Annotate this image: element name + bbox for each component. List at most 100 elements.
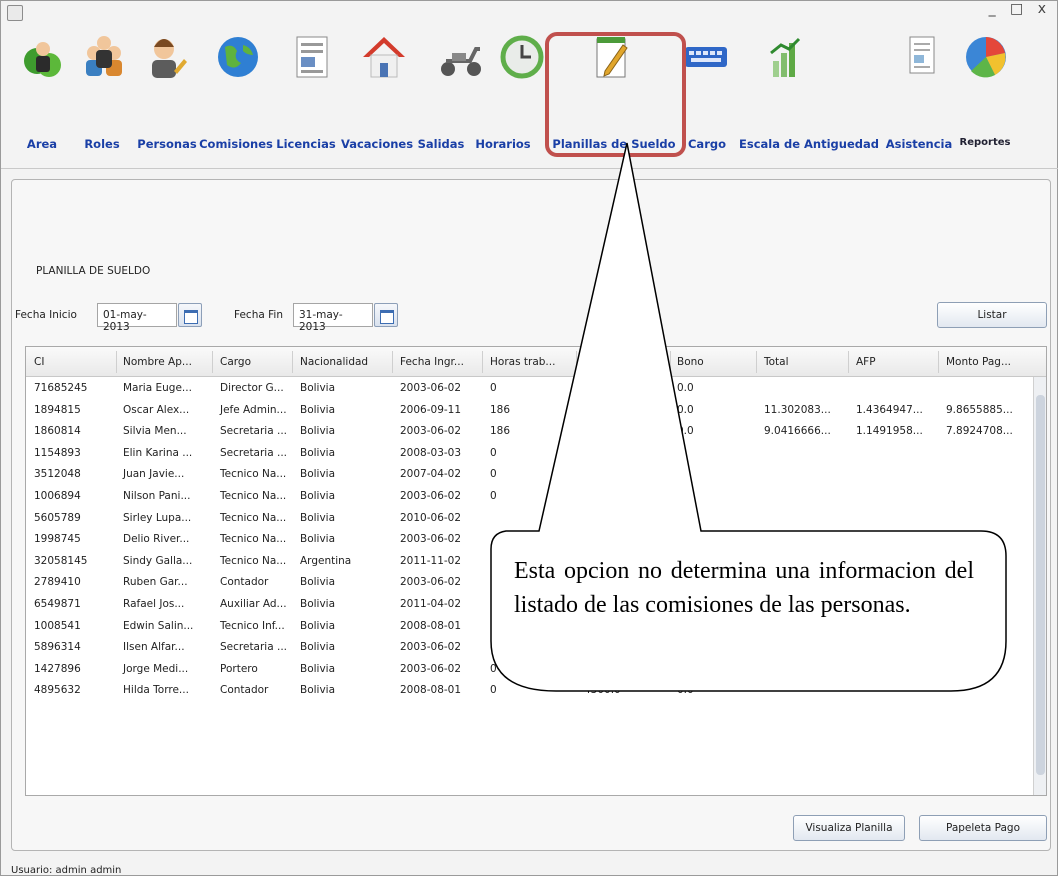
toolbar-item-area[interactable] bbox=[17, 27, 71, 83]
table-cell: 1154893 bbox=[34, 446, 81, 459]
column-header[interactable]: Fecha Ingr... bbox=[400, 356, 464, 368]
table-cell: Oscar Alex... bbox=[123, 403, 190, 416]
papeleta-pago-button[interactable]: Papeleta Pago bbox=[919, 815, 1047, 841]
toolbar-item-licencias[interactable] bbox=[285, 27, 339, 83]
table-row[interactable]: 5896314 Ilsen Alfar... Secretaria ... Boliv… bbox=[26, 637, 1034, 659]
column-header[interactable]: Monto Pag... bbox=[946, 356, 1011, 368]
table-row[interactable]: 71685245 Maria Euge... Director G... Bolivi… bbox=[26, 378, 1034, 400]
visualiza-planilla-button[interactable]: Visualiza Planilla bbox=[793, 815, 905, 841]
toolbar-item-asistencia[interactable] bbox=[895, 27, 949, 83]
column-header[interactable]: AFP bbox=[856, 356, 876, 368]
table-cell: 7.8924708... bbox=[946, 425, 1013, 438]
house-icon bbox=[363, 37, 405, 78]
column-header[interactable]: Bono bbox=[677, 356, 704, 368]
table-cell: Bolivia bbox=[300, 468, 336, 481]
toolbar-item-horarios[interactable] bbox=[495, 27, 549, 83]
calendar-icon[interactable] bbox=[374, 303, 398, 327]
table-cell: 2008-08-01 bbox=[400, 619, 462, 632]
toolbar-label-roles[interactable]: Roles bbox=[84, 137, 119, 151]
table-cell: 1900.0 bbox=[584, 662, 621, 675]
table-row[interactable]: 4895632 Hilda Torre... Contador Bolivia 2008… bbox=[26, 680, 1034, 702]
window-controls[interactable]: _ □ x bbox=[989, 1, 1051, 17]
table-cell: 0.0 bbox=[677, 662, 694, 675]
table-cell: 2003-06-02 bbox=[400, 533, 462, 546]
pie-chart-icon bbox=[966, 37, 1006, 78]
toolbar-label-licencias[interactable]: Licencias bbox=[276, 137, 335, 151]
table-cell: Hilda Torre... bbox=[123, 684, 189, 697]
table-cell: Contador bbox=[220, 576, 269, 589]
table-cell: 2010-06-02 bbox=[400, 511, 462, 524]
calendar-icon[interactable] bbox=[178, 303, 202, 327]
listar-button[interactable]: Listar bbox=[937, 302, 1047, 328]
toolbar-label-cargo[interactable]: Cargo bbox=[688, 137, 726, 151]
toolbar-label-area[interactable]: Area bbox=[27, 137, 57, 151]
table-cell: Bolivia bbox=[300, 490, 336, 502]
table-cell: 2011-04-02 bbox=[400, 598, 462, 610]
table-cell: 2003-06-02 bbox=[400, 576, 462, 589]
column-header[interactable]: Total bbox=[764, 356, 789, 368]
toolbar-item-vacaciones[interactable] bbox=[357, 27, 411, 83]
toolbar-label-vacaciones[interactable]: Vacaciones bbox=[341, 137, 413, 151]
table-row[interactable]: 1998745 Delio River... Tecnico Na... Bolivi… bbox=[26, 529, 1034, 551]
toolbar-item-cargo[interactable] bbox=[679, 27, 733, 83]
table-row[interactable]: 1154893 Elin Karina ... Secretaria ... Boli… bbox=[26, 442, 1034, 465]
callout-text: Esta opcion no determina una informacion… bbox=[514, 558, 974, 618]
vertical-scrollbar[interactable] bbox=[1033, 377, 1046, 795]
fecha-inicio-field[interactable]: 01-may-2013 bbox=[97, 303, 177, 333]
table-cell: Bolivia bbox=[300, 598, 336, 610]
table-cell: 0 bbox=[490, 468, 497, 481]
column-header[interactable]: Nacionalidad bbox=[300, 356, 368, 368]
table-row[interactable]: 3512048 Juan Javie... Tecnico Na... Bolivia… bbox=[26, 464, 1034, 486]
toolbar-item-salidas[interactable] bbox=[434, 27, 488, 83]
toolbar-item-comisiones[interactable] bbox=[211, 27, 265, 83]
table-cell: 0.0 bbox=[677, 641, 694, 654]
column-header[interactable]: CI bbox=[34, 356, 44, 368]
table-cell: 32058145 bbox=[34, 554, 88, 567]
table-cell: Portero bbox=[220, 662, 258, 675]
report-icon bbox=[909, 36, 935, 74]
table-row[interactable]: 1006894 Nilson Pani... Tecnico Na... Bolivi… bbox=[26, 486, 1034, 508]
table-row[interactable]: 1427896 Jorge Medi... Portero Bolivia 2003-0… bbox=[26, 658, 1034, 681]
document-icon bbox=[296, 36, 328, 78]
toolbar-label-comisiones[interactable]: Comisiones bbox=[199, 137, 273, 151]
table-cell: Director G... bbox=[220, 382, 284, 394]
table-cell: 2011-11-02 bbox=[400, 554, 462, 567]
toolbar-item-roles[interactable] bbox=[77, 27, 131, 83]
toolbar-label-salidas[interactable]: Salidas bbox=[418, 137, 465, 151]
status-bar-user: Usuario: admin admin bbox=[11, 865, 122, 876]
table-cell: 5605789 bbox=[34, 511, 81, 524]
table-row[interactable]: 5605789 Sirley Lupa... Tecnico Na... Bolivi… bbox=[26, 508, 1034, 530]
toolbar-separator bbox=[1, 168, 1058, 169]
table-cell: 2008-03-03 bbox=[400, 446, 462, 459]
toolbar-item-escala-de-antiguedad[interactable] bbox=[759, 27, 813, 83]
toolbar-label-horarios[interactable]: Horarios bbox=[475, 137, 530, 151]
table-cell: Contador bbox=[220, 684, 269, 697]
table-cell: 4895632 bbox=[34, 684, 81, 697]
table-cell: 186 bbox=[490, 425, 511, 438]
table-cell: 1008541 bbox=[34, 619, 81, 632]
toolbar-label-personas[interactable]: Personas bbox=[137, 137, 196, 151]
window-app-icon bbox=[7, 5, 23, 21]
toolbar-item-reportes[interactable] bbox=[959, 27, 1013, 83]
table-cell: Tecnico Inf... bbox=[220, 619, 285, 632]
toolbar-label-escala-de-antiguedad[interactable]: Escala de Antiguedad bbox=[739, 137, 879, 151]
table-cell: 0 bbox=[490, 641, 497, 654]
column-header[interactable]: H bbox=[584, 356, 592, 368]
toolbar-item-personas[interactable] bbox=[140, 27, 194, 83]
table-cell: Bolivia bbox=[300, 576, 336, 589]
table-header: CI Nombre Ap... Cargo Nacionalidad Fecha… bbox=[26, 347, 1046, 377]
fecha-fin-field[interactable]: 31-may-2013 bbox=[293, 303, 373, 333]
scrollbar-thumb[interactable] bbox=[1036, 395, 1045, 775]
column-header[interactable]: Nombre Ap... bbox=[123, 356, 192, 368]
table-cell: Bolivia bbox=[300, 684, 336, 697]
table-cell: 9.0416666... bbox=[764, 425, 831, 438]
toolbar-label-asistencia[interactable]: Asistencia bbox=[886, 137, 953, 151]
table-row[interactable]: 1860814 Silvia Men... Secretaria ... Bolivi… bbox=[26, 421, 1034, 443]
table-cell: Delio River... bbox=[123, 533, 190, 546]
column-header[interactable]: Horas trab... bbox=[490, 356, 555, 368]
toolbar-label-reportes[interactable]: Reportes bbox=[960, 137, 1011, 148]
table-row[interactable]: 1894815 Oscar Alex... Jefe Admin... Bolivia… bbox=[26, 399, 1034, 422]
table-cell: Secretaria ... bbox=[220, 425, 288, 438]
column-header[interactable]: Cargo bbox=[220, 356, 251, 368]
table-cell: Sindy Galla... bbox=[123, 554, 193, 567]
